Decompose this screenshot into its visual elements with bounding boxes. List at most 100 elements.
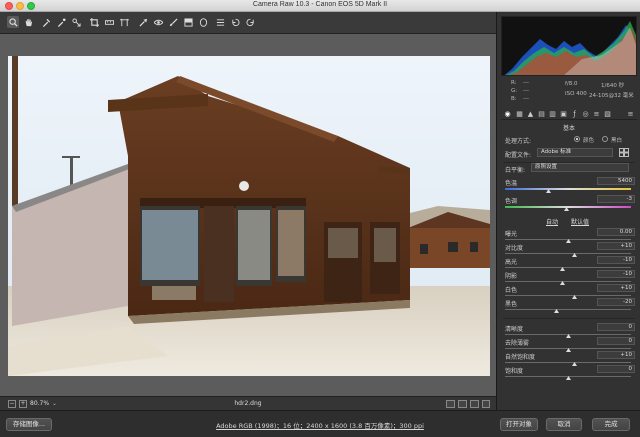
tone-curve-tab-icon[interactable]: ▦ xyxy=(515,109,524,118)
image-canvas[interactable] xyxy=(0,34,496,396)
slider-value[interactable]: 5400 xyxy=(597,177,635,185)
hsl-tab-icon[interactable]: ▤ xyxy=(537,109,546,118)
spot-removal-icon[interactable] xyxy=(137,16,149,28)
section-title: 基本 xyxy=(562,125,575,132)
transform-icon[interactable] xyxy=(118,16,130,28)
auto-link[interactable]: 自动 xyxy=(546,217,558,226)
treatment-bw-radio[interactable] xyxy=(602,136,608,142)
panel-menu-icon[interactable]: ≡ xyxy=(626,109,635,118)
window-title-bar: Camera Raw 10.3 - Canon EOS 5D Mark II xyxy=(0,0,640,12)
slider-row-shadows: 阴影 -10 xyxy=(505,270,635,280)
preferences-icon[interactable] xyxy=(214,16,226,28)
slider-row-dehaze: 去除薄雾 0 xyxy=(505,337,635,347)
panel-tabs: ◉ ▦ ▲ ▤ ▥ ▣ ƒ ◎ ≡ ▧ ≡ xyxy=(501,108,637,120)
copy-settings-button[interactable] xyxy=(470,400,479,408)
photo-preview[interactable] xyxy=(8,56,490,376)
adjustment-brush-icon[interactable] xyxy=(167,16,179,28)
slider-value[interactable]: -10 xyxy=(597,256,635,264)
before-after-toggle-button[interactable] xyxy=(446,400,455,408)
contrast-slider-track[interactable] xyxy=(505,253,631,254)
profile-label: 配置文件: xyxy=(505,152,532,159)
rotate-left-icon[interactable] xyxy=(229,16,241,28)
slider-row-blacks: 黑色 -20 xyxy=(505,298,635,308)
highlights-slider-track[interactable] xyxy=(505,267,631,268)
tint-slider-track[interactable] xyxy=(505,206,631,208)
calibration-tab-icon[interactable]: ◎ xyxy=(581,109,590,118)
slider-label: 色调 xyxy=(505,198,518,205)
blacks-slider-track[interactable] xyxy=(505,309,631,310)
image-info: R: --- G: --- B: --- f/8.0 1/640 秒 ISO 4… xyxy=(501,78,637,106)
targeted-adjustment-icon[interactable] xyxy=(70,16,82,28)
cancel-button[interactable]: 取消 xyxy=(546,418,582,431)
color-sampler-icon[interactable] xyxy=(55,16,67,28)
slider-value[interactable]: 0 xyxy=(597,365,635,373)
slider-label: 阴影 xyxy=(505,273,518,280)
rotate-right-icon[interactable] xyxy=(244,16,256,28)
treatment-label: 处理方式: xyxy=(505,138,532,145)
wb-label: 白平衡: xyxy=(505,167,526,174)
treatment-color-radio[interactable] xyxy=(574,136,580,142)
done-button[interactable]: 完成 xyxy=(592,418,630,431)
g-label: G: xyxy=(511,88,518,94)
slider-label: 饱和度 xyxy=(505,368,524,375)
slider-label: 自然饱和度 xyxy=(505,354,536,361)
crop-icon[interactable] xyxy=(88,16,100,28)
slider-value[interactable]: -3 xyxy=(597,195,635,203)
snapshots-tab-icon[interactable]: ▧ xyxy=(603,109,612,118)
white-balance-icon[interactable] xyxy=(40,16,52,28)
straighten-icon[interactable] xyxy=(103,16,115,28)
graduated-filter-icon[interactable] xyxy=(182,16,194,28)
dialog-footer: 存储图像... Adobe RGB (1998)；16 位；2400 x 160… xyxy=(0,410,640,437)
profile-browser-icon[interactable] xyxy=(619,148,629,157)
slider-value[interactable]: 0.00 xyxy=(597,228,635,236)
g-value: --- xyxy=(523,88,529,94)
slider-label: 曝光 xyxy=(505,231,518,238)
file-name: hdr2.dng xyxy=(234,400,262,407)
slider-label: 白色 xyxy=(505,287,518,294)
r-label: R: xyxy=(511,80,517,86)
open-object-button[interactable]: 打开对象 xyxy=(500,418,538,431)
b-value: --- xyxy=(523,96,529,102)
slider-value[interactable]: 0 xyxy=(597,337,635,345)
red-eye-icon[interactable] xyxy=(152,16,164,28)
adjustments-panel: R: --- G: --- B: --- f/8.0 1/640 秒 ISO 4… xyxy=(496,12,640,410)
split-toning-tab-icon[interactable]: ▥ xyxy=(548,109,557,118)
slider-value[interactable]: +10 xyxy=(597,242,635,250)
swap-settings-button[interactable] xyxy=(458,400,467,408)
slider-row-highlights: 高光 -10 xyxy=(505,256,635,266)
radial-filter-icon[interactable] xyxy=(197,16,209,28)
wb-value: 原照设置 xyxy=(535,164,558,170)
shutter-value: 1/640 秒 xyxy=(601,83,625,89)
slider-value[interactable]: -10 xyxy=(597,270,635,278)
hand-icon[interactable] xyxy=(22,16,34,28)
vibrance-slider-track[interactable] xyxy=(505,362,631,363)
slider-label: 清晰度 xyxy=(505,326,524,333)
slider-label: 去除薄雾 xyxy=(505,340,530,347)
shadows-slider-track[interactable] xyxy=(505,281,631,282)
temp-slider-track[interactable] xyxy=(505,188,631,190)
profile-select[interactable]: Adobe 标准 xyxy=(537,148,613,157)
slider-value[interactable]: -20 xyxy=(597,298,635,306)
canvas-status-bar: − + 80.7% ⌄ hdr2.dng xyxy=(0,396,496,410)
white-balance-select[interactable]: 原照设置 xyxy=(531,163,629,172)
divider xyxy=(503,318,635,319)
lens-tab-icon[interactable]: ▣ xyxy=(559,109,568,118)
basic-tab-icon[interactable]: ◉ xyxy=(503,109,512,118)
slider-row-saturation: 饱和度 0 xyxy=(505,365,635,375)
zoom-icon[interactable] xyxy=(7,16,19,28)
workflow-options-link[interactable]: Adobe RGB (1998)；16 位；2400 x 1600 (3.8 百… xyxy=(0,420,640,430)
view-settings-icon[interactable] xyxy=(482,400,490,408)
slider-value[interactable]: +10 xyxy=(597,351,635,359)
default-link[interactable]: 默认值 xyxy=(571,217,589,226)
slider-value[interactable]: 0 xyxy=(597,323,635,331)
presets-tab-icon[interactable]: ≡ xyxy=(592,109,601,118)
detail-tab-icon[interactable]: ▲ xyxy=(526,109,535,118)
whites-slider-track[interactable] xyxy=(505,295,631,296)
profile-value: Adobe 标准 xyxy=(541,149,572,155)
slider-row-temp: 色温 5400 xyxy=(505,177,635,187)
effects-tab-icon[interactable]: ƒ xyxy=(570,109,579,118)
slider-value[interactable]: +10 xyxy=(597,284,635,292)
slider-label: 色温 xyxy=(505,180,518,187)
slider-row-tint: 色调 -3 xyxy=(505,195,635,205)
lens-value: 24-105@32 毫米 xyxy=(589,93,634,99)
